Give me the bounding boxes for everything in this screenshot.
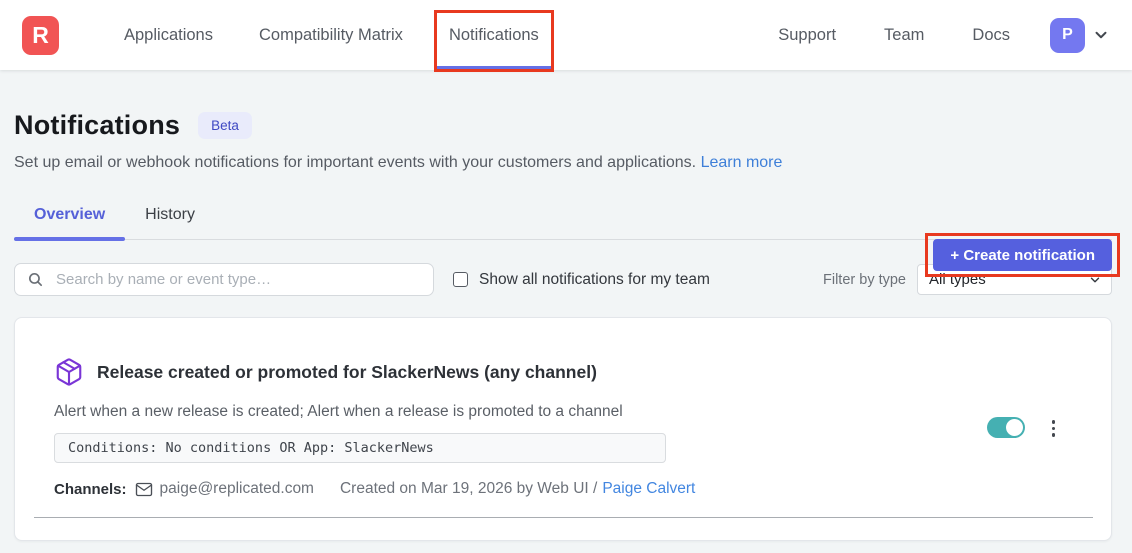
- nav-item-notifications[interactable]: Notifications: [426, 0, 562, 70]
- top-nav-bar: R Applications Compatibility Matrix Noti…: [0, 0, 1132, 70]
- toggle-knob: [1006, 419, 1023, 436]
- filter-by-type-label: Filter by type: [823, 272, 906, 288]
- avatar[interactable]: P: [1050, 18, 1085, 53]
- create-notification-button-wrap: + Create notification: [933, 239, 1112, 271]
- package-icon: [54, 357, 84, 387]
- nav-item-applications[interactable]: Applications: [101, 0, 236, 70]
- chevron-down-icon: [1088, 273, 1102, 287]
- chevron-down-icon: [1092, 26, 1110, 44]
- learn-more-link[interactable]: Learn more: [701, 154, 783, 171]
- search-icon: [27, 271, 44, 288]
- page-description-text: Set up email or webhook notifications fo…: [14, 154, 696, 171]
- show-all-checkbox[interactable]: [453, 272, 468, 287]
- channel-email: paige@replicated.com: [160, 480, 314, 498]
- show-all-checkbox-label[interactable]: Show all notifications for my team: [479, 271, 710, 289]
- secondary-nav: Support Team Docs P: [754, 0, 1110, 70]
- notification-description: Alert when a new release is created; Ale…: [54, 403, 1111, 421]
- conditions-box: Conditions: No conditions OR App: Slacke…: [54, 433, 666, 463]
- channels-label: Channels:: [54, 481, 127, 498]
- notification-enabled-toggle[interactable]: [987, 417, 1025, 438]
- search-input[interactable]: [14, 263, 434, 296]
- kebab-menu-button[interactable]: [1048, 418, 1060, 439]
- nav-item-notifications-label: Notifications: [449, 26, 539, 45]
- main-content: Notifications Beta + Create notification…: [0, 110, 1132, 541]
- notification-card: Release created or promoted for SlackerN…: [14, 317, 1112, 541]
- tab-history[interactable]: History: [125, 194, 215, 239]
- beta-badge: Beta: [198, 112, 252, 139]
- page-title: Notifications: [14, 110, 180, 141]
- filter-type-selected-value: All types: [929, 271, 986, 288]
- email-icon: [135, 482, 153, 497]
- page-description: Set up email or webhook notifications fo…: [14, 154, 1112, 172]
- nav-item-support[interactable]: Support: [754, 0, 860, 70]
- tab-bar: Overview History: [14, 194, 1112, 240]
- created-text: Created on Mar 19, 2026 by Web UI /: [340, 480, 597, 498]
- tab-overview[interactable]: Overview: [14, 194, 125, 239]
- nav-item-team[interactable]: Team: [860, 0, 948, 70]
- notification-card-header: Release created or promoted for SlackerN…: [54, 357, 1111, 387]
- nav-item-compatibility-matrix[interactable]: Compatibility Matrix: [236, 0, 426, 70]
- replicated-logo[interactable]: R: [22, 16, 59, 55]
- notification-title: Release created or promoted for SlackerN…: [97, 362, 597, 383]
- card-divider: [34, 517, 1093, 518]
- created-by-link[interactable]: Paige Calvert: [602, 480, 695, 498]
- active-nav-underline: [436, 66, 552, 70]
- account-menu[interactable]: P: [1050, 18, 1110, 53]
- title-row: Notifications Beta: [14, 110, 1112, 141]
- create-notification-button[interactable]: + Create notification: [933, 239, 1112, 271]
- primary-nav: Applications Compatibility Matrix Notifi…: [101, 0, 562, 70]
- channels-row: Channels: paige@replicated.com Created o…: [54, 480, 1111, 498]
- nav-item-docs[interactable]: Docs: [948, 0, 1034, 70]
- search-field-wrap: [14, 263, 434, 296]
